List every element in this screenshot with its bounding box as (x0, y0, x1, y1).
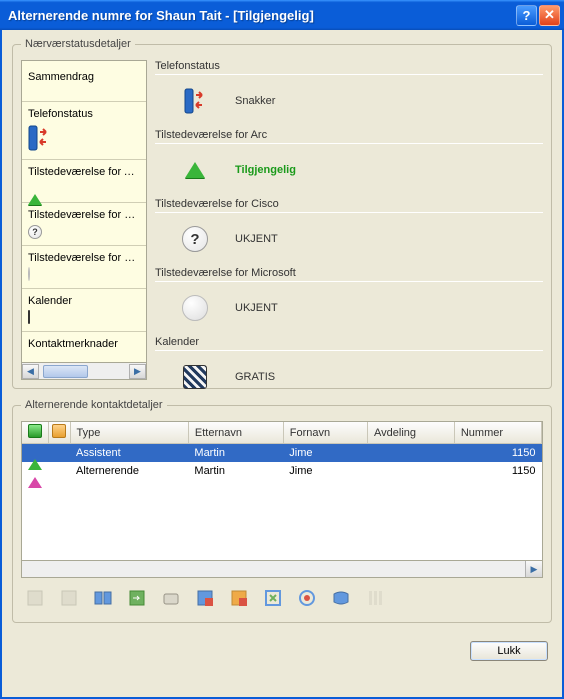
scroll-thumb[interactable] (43, 365, 88, 378)
question-icon: ? (28, 225, 44, 241)
triangle-pink-icon (28, 465, 42, 488)
alternates-legend: Alternerende kontaktdetaljer (21, 399, 167, 411)
hatch-icon (179, 361, 211, 393)
table-header-row: Type Etternavn Fornavn Avdeling Nummer (22, 422, 542, 444)
action-button-7[interactable] (227, 586, 251, 610)
sidebar-item-summary[interactable]: Sammendrag (22, 61, 146, 102)
phone-status-value: Snakker (235, 95, 275, 107)
action-button-6[interactable] (193, 586, 217, 610)
close-button[interactable]: ✕ (539, 5, 560, 26)
table-row[interactable]: Assistent Martin Jime 1150 (22, 444, 542, 463)
ms-status-value: UKJENT (235, 302, 278, 314)
action-button-10[interactable] (329, 586, 353, 610)
titlebar: Alternerende numre for Shaun Tait - [Til… (0, 0, 564, 30)
contacts-table: Type Etternavn Fornavn Avdeling Nummer A… (21, 421, 543, 561)
window-title: Alternerende numre for Shaun Tait - [Til… (8, 8, 514, 23)
scroll-right-icon[interactable]: ▶ (525, 561, 542, 577)
action-button-4[interactable] (125, 586, 149, 610)
sidebar-item-calendar[interactable]: Kalender (22, 289, 146, 332)
cell-dept (368, 444, 455, 463)
scroll-track[interactable] (22, 561, 525, 577)
triangle-green-icon (28, 182, 44, 198)
help-button[interactable]: ? (516, 5, 537, 26)
sidebar-item-label: Kontaktmerknader (28, 338, 140, 350)
presence-legend: Nærværstatusdetaljer (21, 38, 135, 50)
close-dialog-button[interactable]: Lukk (470, 641, 548, 661)
footer: Lukk (12, 633, 552, 661)
circle-white-icon (28, 268, 44, 284)
col-dept[interactable]: Avdeling (368, 422, 455, 444)
action-toolbar (21, 578, 543, 614)
action-button-9[interactable] (295, 586, 319, 610)
sidebar-item-cisco[interactable]: Tilstedeværelse for Cisco ? (22, 203, 146, 246)
notes-header-icon (52, 424, 66, 438)
cell-firstname: Jime (283, 462, 367, 480)
section-title-cal: Kalender (155, 336, 543, 351)
sidebar-item-label: Sammendrag (28, 71, 140, 83)
scroll-track[interactable] (39, 364, 129, 379)
alternates-group: Alternerende kontaktdetaljer Type Ettern… (12, 399, 552, 623)
action-button-5[interactable] (159, 586, 183, 610)
cell-number: 1150 (454, 444, 541, 463)
sidebar-item-arc[interactable]: Tilstedeværelse for Arc (22, 160, 146, 203)
action-button-3[interactable] (91, 586, 115, 610)
action-button-2[interactable] (57, 586, 81, 610)
action-button-11[interactable] (363, 586, 387, 610)
sidebar-item-microsoft[interactable]: Tilstedeværelse for Microsoft (22, 246, 146, 289)
section-title-phone: Telefonstatus (155, 60, 543, 75)
col-lastname[interactable]: Etternavn (188, 422, 283, 444)
action-button-8[interactable] (261, 586, 285, 610)
section-title-arc: Tilstedeværelse for Arc (155, 129, 543, 144)
col-notes-icon[interactable] (48, 422, 70, 444)
col-presence-icon[interactable] (22, 422, 48, 444)
cisco-status-value: UKJENT (235, 233, 278, 245)
sidebar-item-label: Tilstedeværelse for Microsoft (28, 252, 140, 264)
sidebar-item-label: Tilstedeværelse for Arc (28, 166, 140, 178)
sidebar-item-notes[interactable]: Kontaktmerknader (22, 332, 146, 358)
col-number[interactable]: Nummer (454, 422, 541, 444)
cell-lastname: Martin (188, 462, 283, 480)
phone-icon (179, 85, 211, 117)
sidebar-item-label: Tilstedeværelse for Cisco (28, 209, 140, 221)
presence-group: Nærværstatusdetaljer Sammendrag Telefons… (12, 38, 552, 389)
col-firstname[interactable]: Fornavn (283, 422, 367, 444)
circle-white-icon (179, 292, 211, 324)
section-title-ms: Tilstedeværelse for Microsoft (155, 267, 543, 282)
scroll-left-icon[interactable]: ◀ (22, 364, 39, 379)
question-icon: ? (179, 223, 211, 255)
arc-status-value: Tilgjengelig (235, 164, 296, 176)
sidebar-item-label: Kalender (28, 295, 140, 307)
triangle-green-icon (179, 154, 211, 186)
presence-sidebar: Sammendrag Telefonstatus Tilstedeværelse… (21, 60, 147, 363)
cell-lastname: Martin (188, 444, 283, 463)
presence-header-icon (28, 424, 42, 438)
action-button-1[interactable] (23, 586, 47, 610)
hatch-icon (28, 311, 44, 327)
sidebar-scrollbar[interactable]: ◀ ▶ (21, 363, 147, 380)
sidebar-item-label: Telefonstatus (28, 108, 140, 120)
cell-dept (368, 462, 455, 480)
cell-firstname: Jime (283, 444, 367, 463)
sidebar-item-phone[interactable]: Telefonstatus (22, 102, 146, 160)
cell-number: 1150 (454, 462, 541, 480)
cal-status-value: GRATIS (235, 371, 275, 383)
phone-icon (28, 124, 44, 140)
cell-type: Assistent (70, 444, 188, 463)
presence-details: Telefonstatus Snakker Tilstedeværelse fo… (155, 60, 543, 380)
cell-type: Alternerende (70, 462, 188, 480)
scroll-right-icon[interactable]: ▶ (129, 364, 146, 379)
section-title-cisco: Tilstedeværelse for Cisco (155, 198, 543, 213)
col-type[interactable]: Type (70, 422, 188, 444)
table-row[interactable]: Alternerende Martin Jime 1150 (22, 462, 542, 480)
table-scrollbar[interactable]: ▶ (21, 561, 543, 578)
window-body: Nærværstatusdetaljer Sammendrag Telefons… (0, 30, 564, 699)
